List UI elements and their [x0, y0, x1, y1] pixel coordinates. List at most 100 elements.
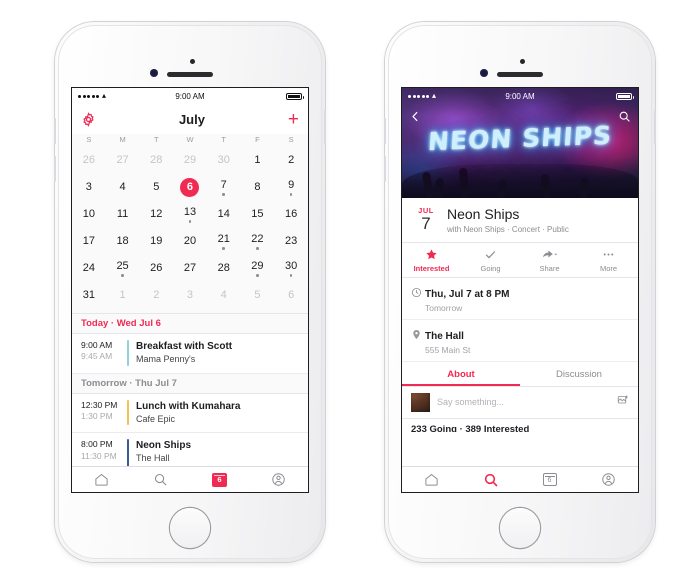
- volume-up-button[interactable]: [54, 118, 56, 144]
- event-time-secondary: Tomorrow: [425, 302, 463, 313]
- add-photo-icon[interactable]: [617, 393, 629, 411]
- home-button[interactable]: [170, 508, 210, 548]
- event-time-row[interactable]: Thu, Jul 7 at 8 PM Tomorrow: [402, 278, 638, 320]
- calendar-day-5[interactable]: 5: [139, 174, 173, 201]
- agenda-list[interactable]: Today · Wed Jul 6 9:00 AM 9:45 AM Breakfast…: [72, 313, 308, 466]
- power-button[interactable]: [324, 110, 326, 144]
- event-action-row[interactable]: Interested Going Share More: [402, 243, 638, 278]
- tab-bar-left[interactable]: 6: [72, 466, 308, 492]
- event-color-bar: [127, 439, 129, 466]
- calendar-day-10[interactable]: 10: [72, 201, 106, 228]
- calendar-day-29[interactable]: 29: [241, 255, 275, 282]
- event-tabs[interactable]: About Discussion: [402, 362, 638, 387]
- event-dot-indicator: [256, 274, 259, 277]
- calendar-day-29[interactable]: 29: [173, 147, 207, 174]
- calendar-day-31[interactable]: 31: [72, 282, 106, 309]
- calendar-day-28[interactable]: 28: [207, 255, 241, 282]
- calendar-day-23[interactable]: 23: [274, 228, 308, 255]
- agenda-event-row[interactable]: 8:00 PM11:30 PM Neon ShipsThe HallTim, Na…: [72, 433, 308, 466]
- going-button[interactable]: Going: [461, 248, 520, 273]
- day-number: 10: [82, 208, 95, 220]
- tab-profile[interactable]: [249, 472, 308, 487]
- volume-down-button-right[interactable]: [384, 156, 386, 182]
- event-start-time: 12:30 PM: [81, 399, 118, 410]
- calendar-day-3[interactable]: 3: [173, 282, 207, 309]
- weekday-label-4: T: [221, 135, 226, 144]
- calendar-day-20[interactable]: 20: [173, 228, 207, 255]
- day-number: 16: [285, 208, 298, 220]
- calendar-day-7[interactable]: 7: [207, 174, 241, 201]
- interested-button[interactable]: Interested: [402, 248, 461, 273]
- calendar-icon: 6: [212, 472, 227, 487]
- day-number: 27: [116, 154, 129, 166]
- agenda-event-row[interactable]: 9:00 AM 9:45 AM Breakfast with Scott Mama P…: [72, 334, 308, 374]
- calendar-day-4[interactable]: 4: [207, 282, 241, 309]
- tab-search-right[interactable]: [461, 472, 520, 488]
- calendar-day-22[interactable]: 22: [241, 228, 275, 255]
- calendar-day-25[interactable]: 25: [106, 255, 140, 282]
- event-location-row[interactable]: The Hall 555 Main St: [402, 320, 638, 362]
- calendar-day-26[interactable]: 26: [72, 147, 106, 174]
- calendar-day-27[interactable]: 27: [106, 147, 140, 174]
- calendar-day-28[interactable]: 28: [139, 147, 173, 174]
- volume-down-button[interactable]: [54, 156, 56, 182]
- calendar-day-12[interactable]: 12: [139, 201, 173, 228]
- tab-discussion[interactable]: Discussion: [520, 362, 638, 386]
- power-button-right[interactable]: [654, 110, 656, 144]
- calendar-day-17[interactable]: 17: [72, 228, 106, 255]
- agenda-event-row[interactable]: 12:30 PM 1:30 PM Lunch with Kumahara Cafe E…: [72, 393, 308, 434]
- tab-calendar-right[interactable]: 6: [520, 473, 579, 486]
- calendar-day-6[interactable]: 6: [274, 282, 308, 309]
- agenda-section-heading: Tomorrow · Thu Jul 7: [72, 373, 308, 394]
- chevron-left-icon[interactable]: [409, 110, 422, 128]
- plus-icon[interactable]: +: [288, 110, 299, 129]
- status-time: 9:00 AM: [175, 91, 205, 101]
- calendar-day-14[interactable]: 14: [207, 201, 241, 228]
- more-button[interactable]: More: [579, 248, 638, 273]
- search-icon[interactable]: [618, 110, 631, 128]
- event-dot-indicator: [121, 274, 124, 277]
- calendar-day-15[interactable]: 15: [241, 201, 275, 228]
- calendar-day-3[interactable]: 3: [72, 174, 106, 201]
- front-camera-icon: [150, 69, 158, 77]
- calendar-day-5[interactable]: 5: [241, 282, 275, 309]
- volume-up-button-right[interactable]: [384, 118, 386, 144]
- calendar-day-1[interactable]: 1: [241, 147, 275, 174]
- home-button-right[interactable]: [500, 508, 540, 548]
- comment-composer[interactable]: Say something...: [402, 387, 638, 419]
- share-button[interactable]: Share: [520, 248, 579, 273]
- calendar-day-8[interactable]: 8: [241, 174, 275, 201]
- day-number: 19: [150, 235, 163, 247]
- calendar-day-13[interactable]: 13: [173, 201, 207, 228]
- tab-calendar[interactable]: 6: [190, 472, 249, 487]
- calendar-day-6[interactable]: 6: [173, 174, 207, 201]
- earpiece-speaker-right: [497, 72, 543, 77]
- calendar-day-24[interactable]: 24: [72, 255, 106, 282]
- gear-icon[interactable]: [81, 111, 96, 127]
- calendar-day-18[interactable]: 18: [106, 228, 140, 255]
- comment-input[interactable]: Say something...: [437, 397, 610, 407]
- tab-about[interactable]: About: [402, 362, 520, 386]
- calendar-day-11[interactable]: 11: [106, 201, 140, 228]
- event-title: Neon Ships: [447, 206, 520, 222]
- tab-home[interactable]: [72, 472, 131, 487]
- tab-bar-right[interactable]: 6: [402, 466, 638, 492]
- tab-search[interactable]: [131, 472, 190, 487]
- ellipsis-icon: [579, 248, 638, 262]
- calendar-day-21[interactable]: 21: [207, 228, 241, 255]
- calendar-day-19[interactable]: 19: [139, 228, 173, 255]
- calendar-day-2[interactable]: 2: [274, 147, 308, 174]
- day-number: 12: [150, 208, 163, 220]
- calendar-day-27[interactable]: 27: [173, 255, 207, 282]
- calendar-day-30[interactable]: 30: [207, 147, 241, 174]
- calendar-day-30[interactable]: 30: [274, 255, 308, 282]
- calendar-day-9[interactable]: 9: [274, 174, 308, 201]
- calendar-grid[interactable]: 26 27 28 29 30 1 2 3 4 5 6 7 8 9 10 11 12 13 14 15 16 17 18 19 2…: [72, 147, 308, 313]
- tab-profile-right[interactable]: [579, 472, 638, 487]
- tab-home-right[interactable]: [402, 472, 461, 487]
- calendar-day-2[interactable]: 2: [139, 282, 173, 309]
- calendar-day-26[interactable]: 26: [139, 255, 173, 282]
- calendar-day-4[interactable]: 4: [106, 174, 140, 201]
- calendar-day-1[interactable]: 1: [106, 282, 140, 309]
- calendar-day-16[interactable]: 16: [274, 201, 308, 228]
